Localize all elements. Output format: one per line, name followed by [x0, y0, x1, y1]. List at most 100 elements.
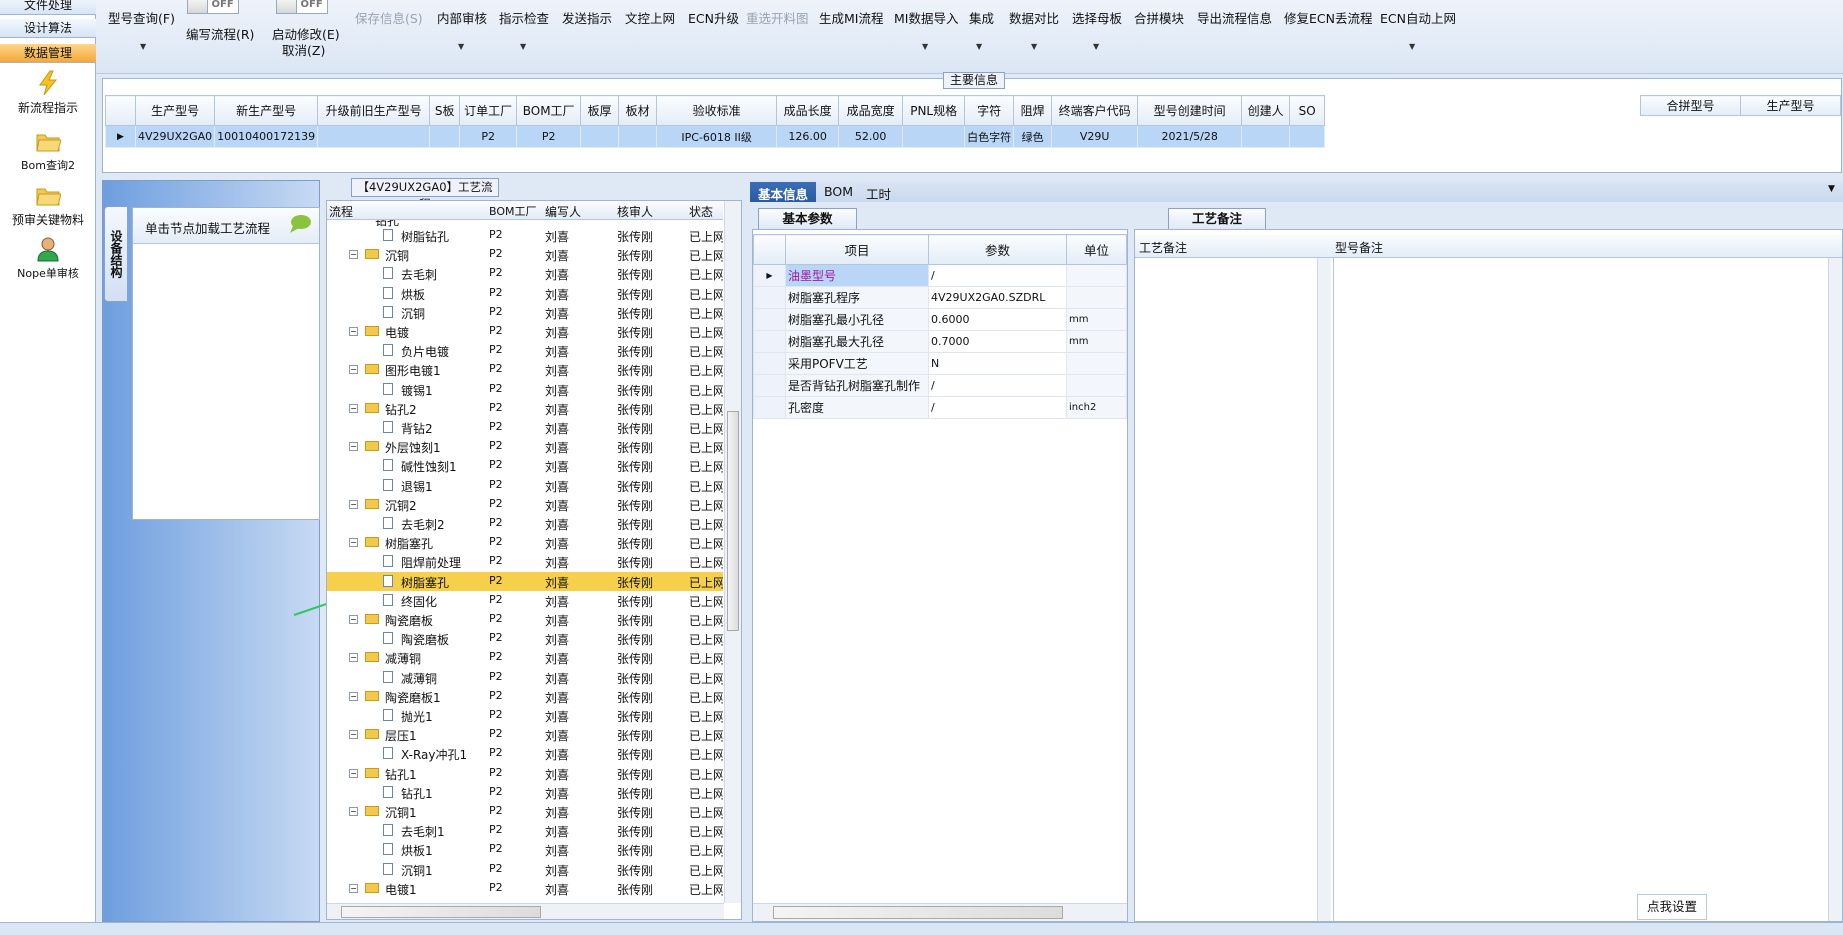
- tree-row[interactable]: − 减薄铜 P2 刘喜 张传刚 已上网: [327, 648, 723, 667]
- column-header[interactable]: 核审人: [617, 203, 653, 220]
- column-header[interactable]: 验收标准: [656, 95, 778, 126]
- select-mother-board-button[interactable]: 选择母板: [1072, 8, 1122, 27]
- scrollbar-thumb[interactable]: [773, 906, 1063, 919]
- column-header[interactable]: 型号创建时间: [1137, 95, 1243, 126]
- param-value[interactable]: 0.7000: [928, 330, 1067, 353]
- chevron-down-icon[interactable]: ▼: [458, 42, 464, 51]
- table-row[interactable]: 树脂塞孔最大孔径 0.7000 mm: [753, 330, 1127, 353]
- merge-module-button[interactable]: 合拼模块: [1134, 8, 1184, 27]
- collapse-icon[interactable]: −: [349, 442, 358, 452]
- tab-basic-info[interactable]: 基本信息: [750, 182, 817, 202]
- table-cell[interactable]: IPC-6018 II级: [656, 125, 778, 148]
- column-header[interactable]: 升级前旧生产型号: [317, 95, 431, 126]
- tab-bom[interactable]: BOM: [816, 182, 861, 202]
- tree-row[interactable]: − 沉铜 P2 刘喜 张传刚 已上网: [327, 245, 723, 264]
- model-notes-scrollbar[interactable]: [1828, 258, 1842, 921]
- tree-row[interactable]: − 层压1 P2 刘喜 张传刚 已上网: [327, 725, 723, 744]
- nav-design-algorithm[interactable]: 设计算法: [0, 19, 96, 38]
- cancel-button[interactable]: 取消(Z): [282, 40, 325, 59]
- horizontal-scrollbar[interactable]: [327, 903, 724, 919]
- table-cell[interactable]: [1289, 125, 1326, 148]
- table-cell[interactable]: P2: [459, 125, 518, 148]
- table-cell[interactable]: [429, 125, 461, 148]
- param-value[interactable]: /: [928, 396, 1067, 419]
- param-value[interactable]: N: [928, 352, 1067, 375]
- chevron-down-icon[interactable]: ▼: [520, 42, 526, 51]
- column-header[interactable]: 编写人: [545, 203, 581, 220]
- scrollbar-thumb[interactable]: [341, 906, 541, 918]
- column-header[interactable]: 工艺备注: [1139, 239, 1187, 256]
- ecn-upgrade-button[interactable]: ECN升级: [688, 8, 739, 27]
- tree-row[interactable]: − 陶瓷磨板1 P2 刘喜 张传刚 已上网: [327, 687, 723, 706]
- tree-row[interactable]: − 外层蚀刻1 P2 刘喜 张传刚 已上网: [327, 437, 723, 456]
- column-header[interactable]: 终端客户代码: [1051, 95, 1139, 126]
- tree-row[interactable]: 镀锡1 P2 刘喜 张传刚 已上网: [327, 380, 723, 399]
- param-value[interactable]: 4V29UX2GA0.SZDRL: [928, 286, 1067, 309]
- column-header[interactable]: 生产型号: [1740, 95, 1841, 116]
- doc-control-online-button[interactable]: 文控上网: [625, 8, 675, 27]
- integrate-button[interactable]: 集成: [969, 8, 994, 27]
- horizontal-scrollbar[interactable]: [753, 903, 1127, 921]
- column-header[interactable]: 生产型号: [134, 95, 216, 126]
- table-cell[interactable]: [580, 125, 620, 148]
- param-value[interactable]: 0.6000: [928, 308, 1067, 331]
- process-notes-scrollbar[interactable]: [1317, 258, 1331, 921]
- ecn-auto-online-button[interactable]: ECN自动上网: [1380, 8, 1456, 27]
- table-cell[interactable]: 2021/5/28: [1137, 125, 1243, 148]
- repair-ecn-lost-flow-button[interactable]: 修复ECN丢流程: [1284, 8, 1372, 27]
- column-header[interactable]: 单位: [1066, 234, 1127, 265]
- table-cell[interactable]: 4V29UX2GA0: [134, 125, 216, 148]
- collapse-icon[interactable]: −: [349, 250, 358, 260]
- column-header[interactable]: 板厚: [580, 95, 620, 126]
- chevron-down-icon[interactable]: ▼: [140, 42, 146, 51]
- table-cell[interactable]: 126.00: [776, 125, 840, 148]
- nav-file-processing[interactable]: 文件处理: [0, 0, 96, 15]
- tree-row[interactable]: 烘板 P2 刘喜 张传刚 已上网: [327, 284, 723, 303]
- chevron-down-icon[interactable]: ▼: [1409, 42, 1415, 51]
- column-header[interactable]: 成品长度: [776, 95, 840, 126]
- tab-process-notes[interactable]: 工艺备注: [1168, 208, 1266, 229]
- tree-row[interactable]: − 沉铜1 P2 刘喜 张传刚 已上网: [327, 802, 723, 821]
- tree-row[interactable]: − 钻孔1 P2 刘喜 张传刚 已上网: [327, 764, 723, 783]
- collapse-icon[interactable]: −: [349, 768, 358, 778]
- tree-row[interactable]: 钻孔1 P2 刘喜 张传刚 已上网: [327, 783, 723, 802]
- collapse-icon[interactable]: −: [349, 653, 358, 663]
- nav-nope-review[interactable]: Nope单审核: [0, 236, 96, 281]
- column-header[interactable]: SO: [1289, 95, 1326, 126]
- vertical-scrollbar[interactable]: [724, 201, 741, 903]
- column-header[interactable]: 板材: [618, 95, 658, 126]
- nav-bom-query2[interactable]: Bom查询2: [0, 128, 96, 173]
- tree-row[interactable]: 碱性蚀刻1 P2 刘喜 张传刚 已上网: [327, 456, 723, 475]
- tree-row[interactable]: − 电镀 P2 刘喜 张传刚 已上网: [327, 322, 723, 341]
- column-header[interactable]: 创建人: [1241, 95, 1291, 126]
- collapse-icon[interactable]: −: [349, 499, 358, 509]
- param-value[interactable]: /: [928, 264, 1067, 287]
- tree-row[interactable]: 阻焊前处理 P2 刘喜 张传刚 已上网: [327, 552, 723, 571]
- column-header[interactable]: 订单工厂: [459, 95, 518, 126]
- table-cell[interactable]: [902, 125, 966, 148]
- table-cell[interactable]: 白色字符: [964, 125, 1015, 148]
- tree-row[interactable]: 板镀1 P2 刘喜 张传刚 已上网: [327, 898, 723, 901]
- collapse-icon[interactable]: −: [349, 883, 358, 893]
- reselect-cutting-map-button[interactable]: 重选开料图: [746, 8, 809, 27]
- tree-row[interactable]: 去毛刺1 P2 刘喜 张传刚 已上网: [327, 821, 723, 840]
- tree-row[interactable]: 去毛刺 P2 刘喜 张传刚 已上网: [327, 264, 723, 283]
- table-cell[interactable]: 52.00: [838, 125, 904, 148]
- nav-pre-review-key-material[interactable]: 预审关键物料: [0, 182, 96, 228]
- device-structure-tab[interactable]: 设备结构: [104, 206, 128, 302]
- column-header[interactable]: S板: [429, 95, 461, 126]
- table-row[interactable]: ▶ 油墨型号 /: [753, 264, 1127, 287]
- tree-row[interactable]: 退锡1 P2 刘喜 张传刚 已上网: [327, 476, 723, 495]
- tree-row[interactable]: 抛光1 P2 刘喜 张传刚 已上网: [327, 706, 723, 725]
- column-header[interactable]: 状态: [689, 203, 713, 220]
- chevron-down-icon[interactable]: ▼: [1031, 42, 1037, 51]
- tab-work-hours[interactable]: 工时: [858, 182, 899, 202]
- tree-row[interactable]: − 图形电镀1 P2 刘喜 张传刚 已上网: [327, 360, 723, 379]
- nav-data-management[interactable]: 数据管理: [0, 44, 96, 63]
- tree-row[interactable]: 减薄铜 P2 刘喜 张传刚 已上网: [327, 668, 723, 687]
- table-cell[interactable]: V29U: [1051, 125, 1139, 148]
- tree-row[interactable]: 树脂塞孔 P2 刘喜 张传刚 已上网: [327, 571, 723, 591]
- column-header[interactable]: 参数: [928, 234, 1067, 265]
- table-row[interactable]: 树脂塞孔最小孔径 0.6000 mm: [753, 308, 1127, 331]
- tree-row[interactable]: − 陶瓷磨板 P2 刘喜 张传刚 已上网: [327, 610, 723, 629]
